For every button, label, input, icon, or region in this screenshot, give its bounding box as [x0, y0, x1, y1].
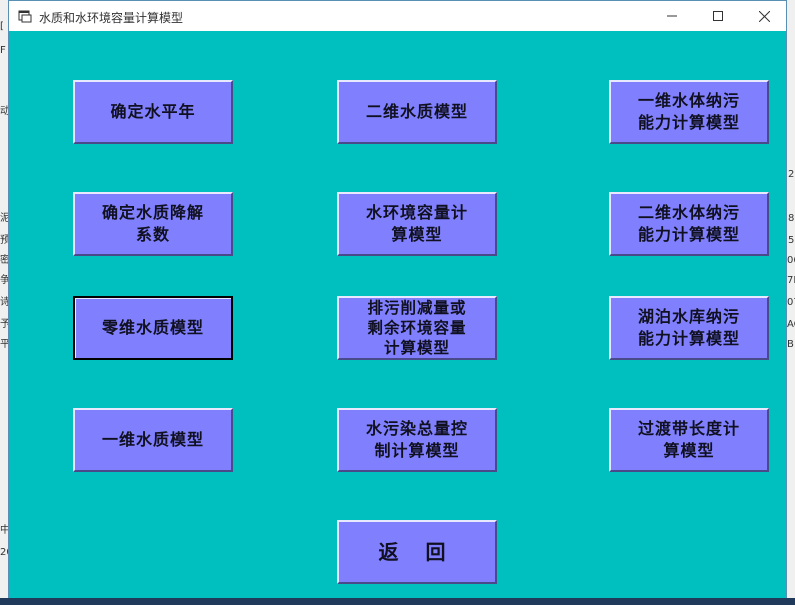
1d-water-quality-model-button[interactable]: 一维水质模型 [73, 408, 233, 472]
total-pollution-control-model-button[interactable]: 水污染总量控 制计算模型 [337, 408, 497, 472]
button-label: 一维水质模型 [101, 430, 204, 449]
taskbar-strip [0, 598, 795, 605]
determine-level-year-button[interactable]: 确定水平年 [73, 80, 233, 144]
button-label: 确定水质降解 系数 [101, 203, 204, 244]
bg-text: F [0, 45, 6, 56]
bg-text: [ [0, 21, 4, 32]
maximize-icon [713, 11, 723, 21]
background-app-right: 2 8 5 06 7D 07 AC B [787, 0, 795, 605]
bg-text: AC [787, 319, 795, 330]
app-window-icon [18, 10, 32, 23]
discharge-reduction-model-button[interactable]: 排污削减量或 剩余环境容量 计算模型 [337, 296, 497, 360]
main-window: 水质和水环境容量计算模型 确定水平年 二维水质模型 一维水体纳污 能力计算模型 … [8, 0, 787, 598]
client-area: 确定水平年 二维水质模型 一维水体纳污 能力计算模型 确定水质降解 系数 水环境… [9, 31, 786, 598]
bg-text: 8 [788, 213, 795, 224]
bg-text: 5 [788, 235, 795, 246]
button-label: 过渡带长度计 算模型 [637, 419, 740, 460]
2d-pollutant-capacity-model-button[interactable]: 二维水体纳污 能力计算模型 [609, 192, 769, 256]
bg-text: 2 [788, 169, 795, 180]
button-label: 水环境容量计 算模型 [365, 203, 468, 244]
lake-reservoir-capacity-model-button[interactable]: 湖泊水库纳污 能力计算模型 [609, 296, 769, 360]
button-label: 排污削减量或 剩余环境容量 计算模型 [367, 298, 467, 357]
title-bar[interactable]: 水质和水环境容量计算模型 [9, 1, 786, 31]
bg-text: 07 [787, 297, 795, 308]
minimize-button[interactable] [649, 1, 695, 31]
button-label: 湖泊水库纳污 能力计算模型 [637, 307, 740, 348]
1d-pollutant-capacity-model-button[interactable]: 一维水体纳污 能力计算模型 [609, 80, 769, 144]
transition-zone-length-model-button[interactable]: 过渡带长度计 算模型 [609, 408, 769, 472]
bg-text: 06 [787, 255, 795, 266]
button-label: 二维水质模型 [365, 102, 468, 121]
2d-water-quality-model-button[interactable]: 二维水质模型 [337, 80, 497, 144]
environmental-capacity-model-button[interactable]: 水环境容量计 算模型 [337, 192, 497, 256]
background-app-left: [ F 动 泥 预 密 争 诗 予 平 中 20 [0, 0, 13, 605]
return-button[interactable]: 返 回 [337, 520, 497, 584]
bg-text: 7D [787, 275, 795, 286]
button-label: 二维水体纳污 能力计算模型 [637, 203, 740, 244]
close-button[interactable] [741, 1, 787, 31]
close-icon [758, 10, 770, 22]
degradation-coefficient-button[interactable]: 确定水质降解 系数 [73, 192, 233, 256]
button-label: 确定水平年 [110, 102, 196, 121]
0d-water-quality-model-button[interactable]: 零维水质模型 [73, 296, 233, 360]
minimize-icon [667, 15, 677, 17]
maximize-button[interactable] [695, 1, 741, 31]
button-label: 水污染总量控 制计算模型 [365, 419, 468, 460]
window-title: 水质和水环境容量计算模型 [39, 11, 184, 25]
button-label: 返 回 [378, 540, 456, 564]
bg-text: B [787, 339, 794, 350]
button-label: 一维水体纳污 能力计算模型 [637, 91, 740, 132]
button-label: 零维水质模型 [101, 318, 204, 337]
